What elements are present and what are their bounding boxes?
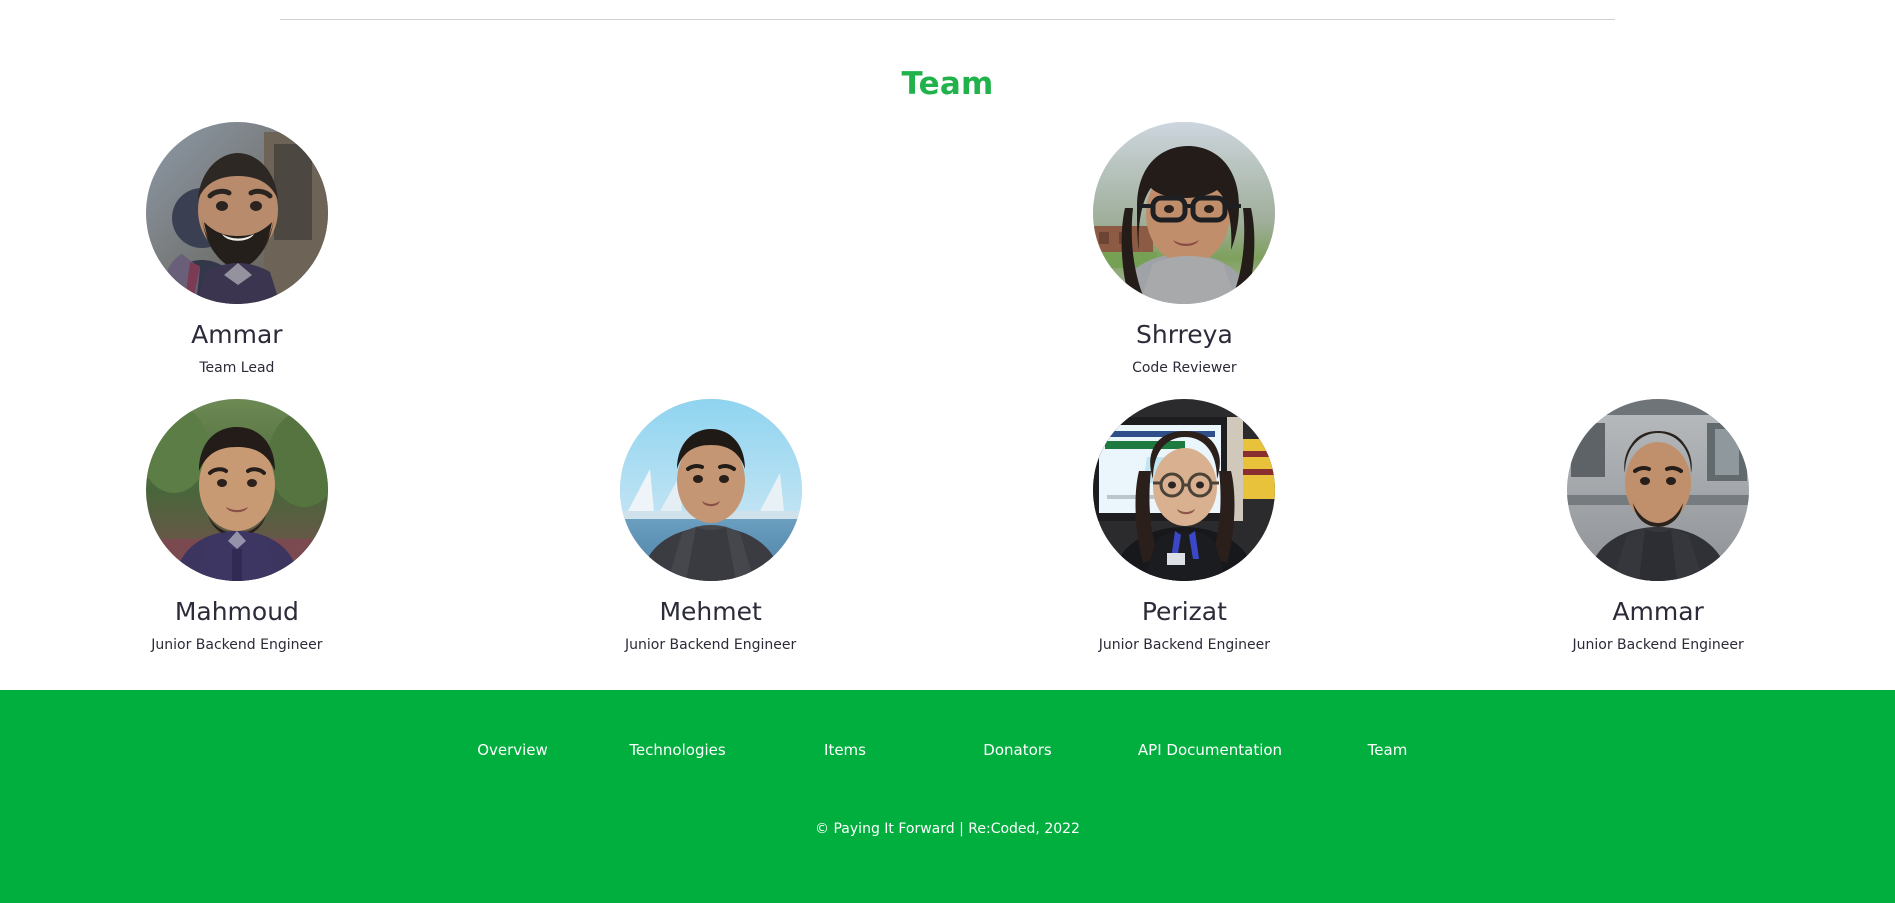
team-member-card[interactable]: Perizat Junior Backend Engineer <box>948 398 1422 654</box>
footer-link-items[interactable]: Items <box>824 743 866 758</box>
member-role: Junior Backend Engineer <box>1098 636 1270 653</box>
member-role: Junior Backend Engineer <box>625 636 797 653</box>
member-role: Team Lead <box>199 360 275 376</box>
member-role: Junior Backend Engineer <box>1572 636 1744 653</box>
team-member-card[interactable]: Mahmoud Junior Backend Engineer <box>0 398 474 654</box>
avatar <box>1567 398 1750 581</box>
member-name: Mehmet <box>659 596 762 626</box>
member-name: Ammar <box>1612 596 1704 626</box>
team-row: Mahmoud Junior Backend Engineer Mehmet J… <box>0 398 1895 654</box>
team-row: Ammar Team Lead Shrreya Code Reviewer <box>0 122 1895 377</box>
site-footer: Overview Technologies Items Donators API… <box>0 690 1895 903</box>
footer-link-overview[interactable]: Overview <box>477 743 548 758</box>
footer-link-api-documentation[interactable]: API Documentation <box>1138 743 1282 758</box>
footer-link-team[interactable]: Team <box>1368 743 1408 758</box>
member-name: Perizat <box>1141 596 1227 626</box>
avatar <box>145 122 328 304</box>
team-grid: Ammar Team Lead Shrreya Code Reviewer Ma… <box>0 100 1895 654</box>
member-name: Shrreya <box>1135 320 1233 349</box>
footer-navigation: Overview Technologies Items Donators API… <box>0 690 1895 758</box>
divider-container <box>0 0 1895 20</box>
member-name: Mahmoud <box>174 596 299 626</box>
member-role: Junior Backend Engineer <box>151 636 323 653</box>
nav-slot: Technologies <box>593 743 763 758</box>
team-member-card[interactable]: Mehmet Junior Backend Engineer <box>474 398 948 654</box>
team-member-card[interactable]: Ammar Junior Backend Engineer <box>1421 398 1895 654</box>
footer-link-technologies[interactable]: Technologies <box>629 743 725 758</box>
nav-slot: Items <box>763 743 928 758</box>
avatar <box>1093 122 1276 304</box>
footer-link-donators[interactable]: Donators <box>983 743 1051 758</box>
member-name: Ammar <box>191 320 283 349</box>
nav-slot: API Documentation <box>1108 743 1313 758</box>
nav-slot: Team <box>1313 743 1463 758</box>
avatar <box>619 398 802 581</box>
nav-slot: Donators <box>928 743 1108 758</box>
member-role: Code Reviewer <box>1132 360 1237 376</box>
team-member-card[interactable]: Ammar Team Lead <box>0 122 474 377</box>
avatar <box>1093 398 1276 581</box>
nav-slot: Overview <box>433 743 593 758</box>
avatar <box>145 398 328 581</box>
footer-copyright: © Paying It Forward | Re:Coded, 2022 <box>815 821 1080 837</box>
team-member-card[interactable]: Shrreya Code Reviewer <box>948 122 1422 377</box>
page-title: Team <box>901 66 994 102</box>
